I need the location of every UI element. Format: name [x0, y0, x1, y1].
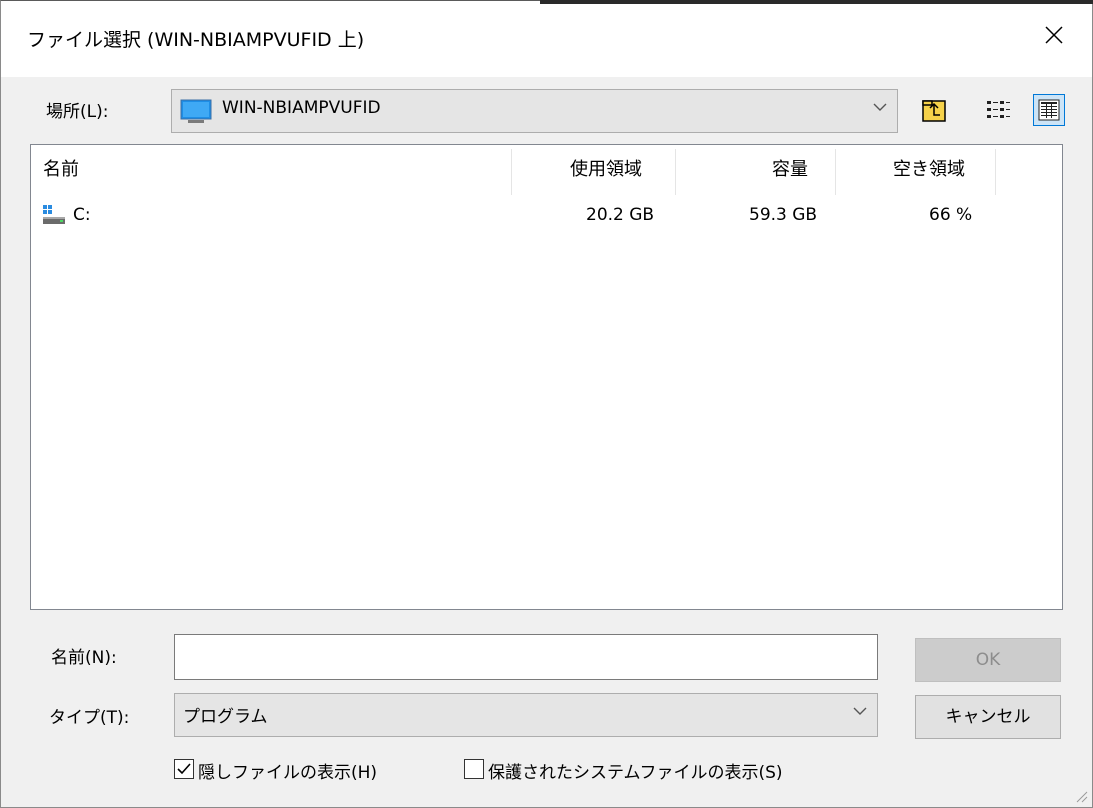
- title-bar: ファイル選択 (WIN-NBIAMPVUFID 上): [1, 1, 1092, 77]
- column-header-used[interactable]: 使用領域: [570, 155, 642, 181]
- column-header-name[interactable]: 名前: [43, 155, 79, 181]
- drive-free: 66 %: [929, 205, 973, 225]
- checkbox-box[interactable]: [464, 759, 484, 779]
- name-label: 名前(N):: [51, 648, 117, 668]
- location-label: 場所(L):: [46, 102, 109, 122]
- type-select[interactable]: プログラム: [174, 693, 878, 737]
- location-combo[interactable]: WIN-NBIAMPVUFID: [171, 89, 898, 133]
- window-title: ファイル選択 (WIN-NBIAMPVUFID 上): [27, 29, 365, 51]
- close-button[interactable]: [1036, 1, 1092, 71]
- drive-name: C:: [73, 205, 91, 225]
- resize-grip-icon[interactable]: [1074, 789, 1088, 803]
- ok-button[interactable]: OK: [915, 638, 1061, 682]
- column-header-capacity[interactable]: 容量: [772, 155, 808, 181]
- checkbox-box[interactable]: [174, 759, 194, 779]
- checkmark-icon: [177, 763, 191, 775]
- chevron-down-icon: [873, 103, 887, 111]
- list-view-button[interactable]: [983, 95, 1013, 125]
- close-icon: [1045, 26, 1063, 44]
- show-hidden-label: 隠しファイルの表示(H): [198, 763, 378, 783]
- list-view-icon: [987, 101, 1010, 118]
- column-separator: [511, 149, 512, 195]
- type-label: タイプ(T):: [49, 708, 130, 728]
- drive-icon: [43, 205, 65, 224]
- show-system-checkbox[interactable]: 保護されたシステムファイルの表示(S): [464, 758, 864, 783]
- type-value: プログラム: [183, 707, 268, 727]
- drive-capacity: 59.3 GB: [749, 205, 818, 225]
- name-input[interactable]: [174, 634, 878, 680]
- details-view-icon: [1038, 99, 1060, 121]
- background-window-edge: [540, 0, 1093, 4]
- drive-used: 20.2 GB: [586, 205, 655, 225]
- up-folder-button[interactable]: [919, 95, 949, 125]
- computer-icon: [180, 99, 212, 123]
- file-select-dialog: ファイル選択 (WIN-NBIAMPVUFID 上) 場所(L): WIN-NB…: [0, 0, 1093, 808]
- drive-list[interactable]: 名前 使用領域 容量 空き領域 C: 20.2 GB 59.3 GB 66 %: [30, 144, 1063, 610]
- cancel-button[interactable]: キャンセル: [915, 695, 1061, 739]
- show-system-label: 保護されたシステムファイルの表示(S): [488, 763, 783, 783]
- column-separator: [835, 149, 836, 195]
- show-hidden-checkbox[interactable]: 隠しファイルの表示(H): [174, 758, 434, 783]
- column-separator: [995, 149, 996, 195]
- location-value: WIN-NBIAMPVUFID: [222, 98, 381, 118]
- chevron-down-icon: [853, 707, 867, 715]
- column-separator: [675, 149, 676, 195]
- details-view-button[interactable]: [1033, 94, 1065, 126]
- column-header-free[interactable]: 空き領域: [893, 155, 965, 181]
- up-folder-icon: [922, 100, 946, 122]
